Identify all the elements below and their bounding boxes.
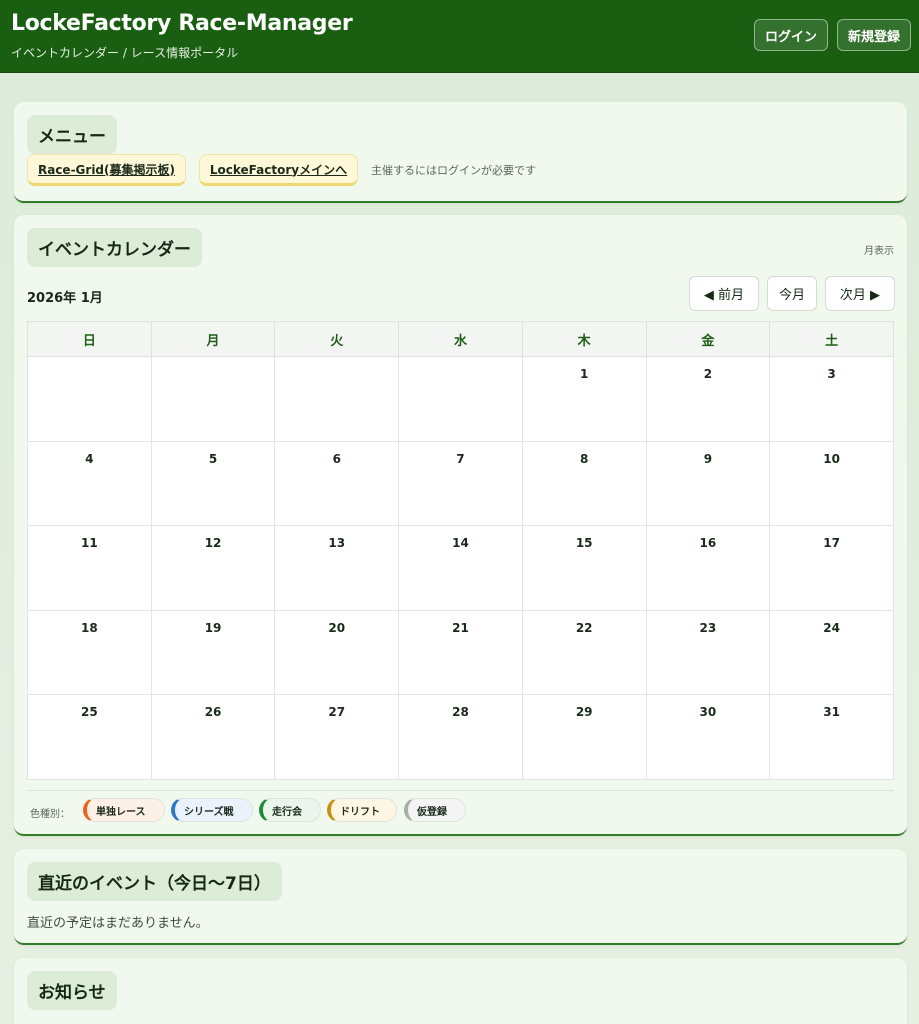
news-title: お知らせ	[27, 971, 117, 1010]
legend-label: 色種別：	[30, 809, 70, 820]
day-cell[interactable]: 11	[27, 525, 152, 611]
day-cell[interactable]: 7	[398, 440, 523, 526]
calendar-week-row: 11 12 13 14 15 16 17	[27, 525, 894, 611]
day-cell[interactable]: 31	[769, 694, 894, 780]
day-cell[interactable]: 18	[27, 609, 152, 695]
day-cell[interactable]: 20	[274, 609, 400, 695]
calendar-week-row: 1 2 3	[27, 356, 894, 442]
day-cell[interactable]: 24	[769, 609, 894, 695]
view-mode-label: 月表示	[864, 246, 894, 257]
day-cell[interactable]: 28	[398, 694, 523, 780]
upcoming-card: 直近のイベント（今日〜7日） 直近の予定はまだありません。	[14, 849, 907, 945]
day-cell[interactable]: 27	[274, 694, 400, 780]
calendar-week-row: 25 26 27 28 29 30 31	[27, 694, 894, 780]
app-title: LockeFactory Race-Manager	[11, 11, 353, 36]
lockefactory-main-link[interactable]: LockeFactoryメインへ	[199, 154, 358, 186]
current-month-label: 2026年 1月	[27, 291, 103, 306]
app-subtitle: イベントカレンダー / レース情報ポータル	[11, 46, 239, 60]
day-cell[interactable]: 16	[645, 525, 771, 611]
menu-card: メニュー Race-Grid(募集掲示板) LockeFactoryメインへ 主…	[14, 102, 907, 203]
day-cell[interactable]: 17	[769, 525, 894, 611]
news-card: お知らせ	[14, 958, 907, 1024]
day-cell[interactable]: 23	[645, 609, 771, 695]
day-cell[interactable]: 14	[398, 525, 523, 611]
day-cell[interactable]: 25	[27, 694, 152, 780]
login-required-note: 主催するにはログインが必要です	[371, 164, 536, 177]
legend-chip-drift: ドリフト	[327, 798, 397, 822]
legend-chip-tentative: 仮登録	[404, 798, 466, 822]
calendar-week-row: 4 5 6 7 8 9 10	[27, 440, 894, 526]
legend-chip-practice: 走行会	[259, 798, 321, 822]
race-grid-link[interactable]: Race-Grid(募集掲示板)	[27, 154, 186, 186]
day-cell[interactable]: 15	[521, 525, 647, 611]
weekday-tue: 火	[274, 321, 400, 357]
weekday-header-row: 日 月 火 水 木 金 土	[27, 321, 894, 357]
day-cell[interactable]: 13	[274, 525, 400, 611]
prev-month-button[interactable]: ◀ 前月	[689, 276, 759, 311]
day-cell[interactable]: 5	[150, 440, 276, 526]
day-cell[interactable]	[27, 356, 152, 442]
day-cell[interactable]: 1	[521, 356, 647, 442]
next-month-button[interactable]: 次月 ▶	[825, 276, 895, 311]
day-cell[interactable]: 8	[521, 440, 647, 526]
day-cell[interactable]: 4	[27, 440, 152, 526]
day-cell[interactable]: 9	[645, 440, 771, 526]
login-button[interactable]: ログイン	[754, 19, 828, 51]
menu-title: メニュー	[27, 115, 117, 154]
weekday-mon: 月	[150, 321, 276, 357]
day-cell[interactable]: 10	[769, 440, 894, 526]
day-cell[interactable]: 29	[521, 694, 647, 780]
day-cell[interactable]: 12	[150, 525, 276, 611]
app-header: LockeFactory Race-Manager イベントカレンダー / レー…	[0, 0, 919, 73]
weekday-thu: 木	[521, 321, 647, 357]
day-cell[interactable]: 21	[398, 609, 523, 695]
day-cell[interactable]	[150, 356, 276, 442]
day-cell[interactable]: 22	[521, 609, 647, 695]
legend-divider	[27, 790, 894, 791]
weekday-wed: 水	[398, 321, 523, 357]
day-cell[interactable]: 19	[150, 609, 276, 695]
calendar-week-row: 18 19 20 21 22 23 24	[27, 609, 894, 695]
day-cell[interactable]: 6	[274, 440, 400, 526]
calendar-title: イベントカレンダー	[27, 228, 202, 267]
day-cell[interactable]: 3	[769, 356, 894, 442]
weekday-sat: 土	[769, 321, 894, 357]
day-cell[interactable]: 2	[645, 356, 771, 442]
this-month-button[interactable]: 今月	[767, 276, 817, 311]
weekday-sun: 日	[27, 321, 152, 357]
legend-chip-series: シリーズ戦	[171, 798, 253, 822]
upcoming-empty-text: 直近の予定はまだありません。	[27, 916, 209, 931]
upcoming-title: 直近のイベント（今日〜7日）	[27, 862, 282, 901]
month-calendar: 日 月 火 水 木 金 土 1 2 3 4 5 6 7 8 9 10 11 12…	[27, 321, 894, 780]
register-button[interactable]: 新規登録	[837, 19, 911, 51]
day-cell[interactable]: 30	[645, 694, 771, 780]
weekday-fri: 金	[645, 321, 771, 357]
calendar-card: イベントカレンダー 月表示 2026年 1月 ◀ 前月 今月 次月 ▶ 日 月 …	[14, 215, 907, 836]
day-cell[interactable]	[274, 356, 400, 442]
legend-chip-single-race: 単独レース	[83, 798, 165, 822]
day-cell[interactable]	[398, 356, 523, 442]
day-cell[interactable]: 26	[150, 694, 276, 780]
